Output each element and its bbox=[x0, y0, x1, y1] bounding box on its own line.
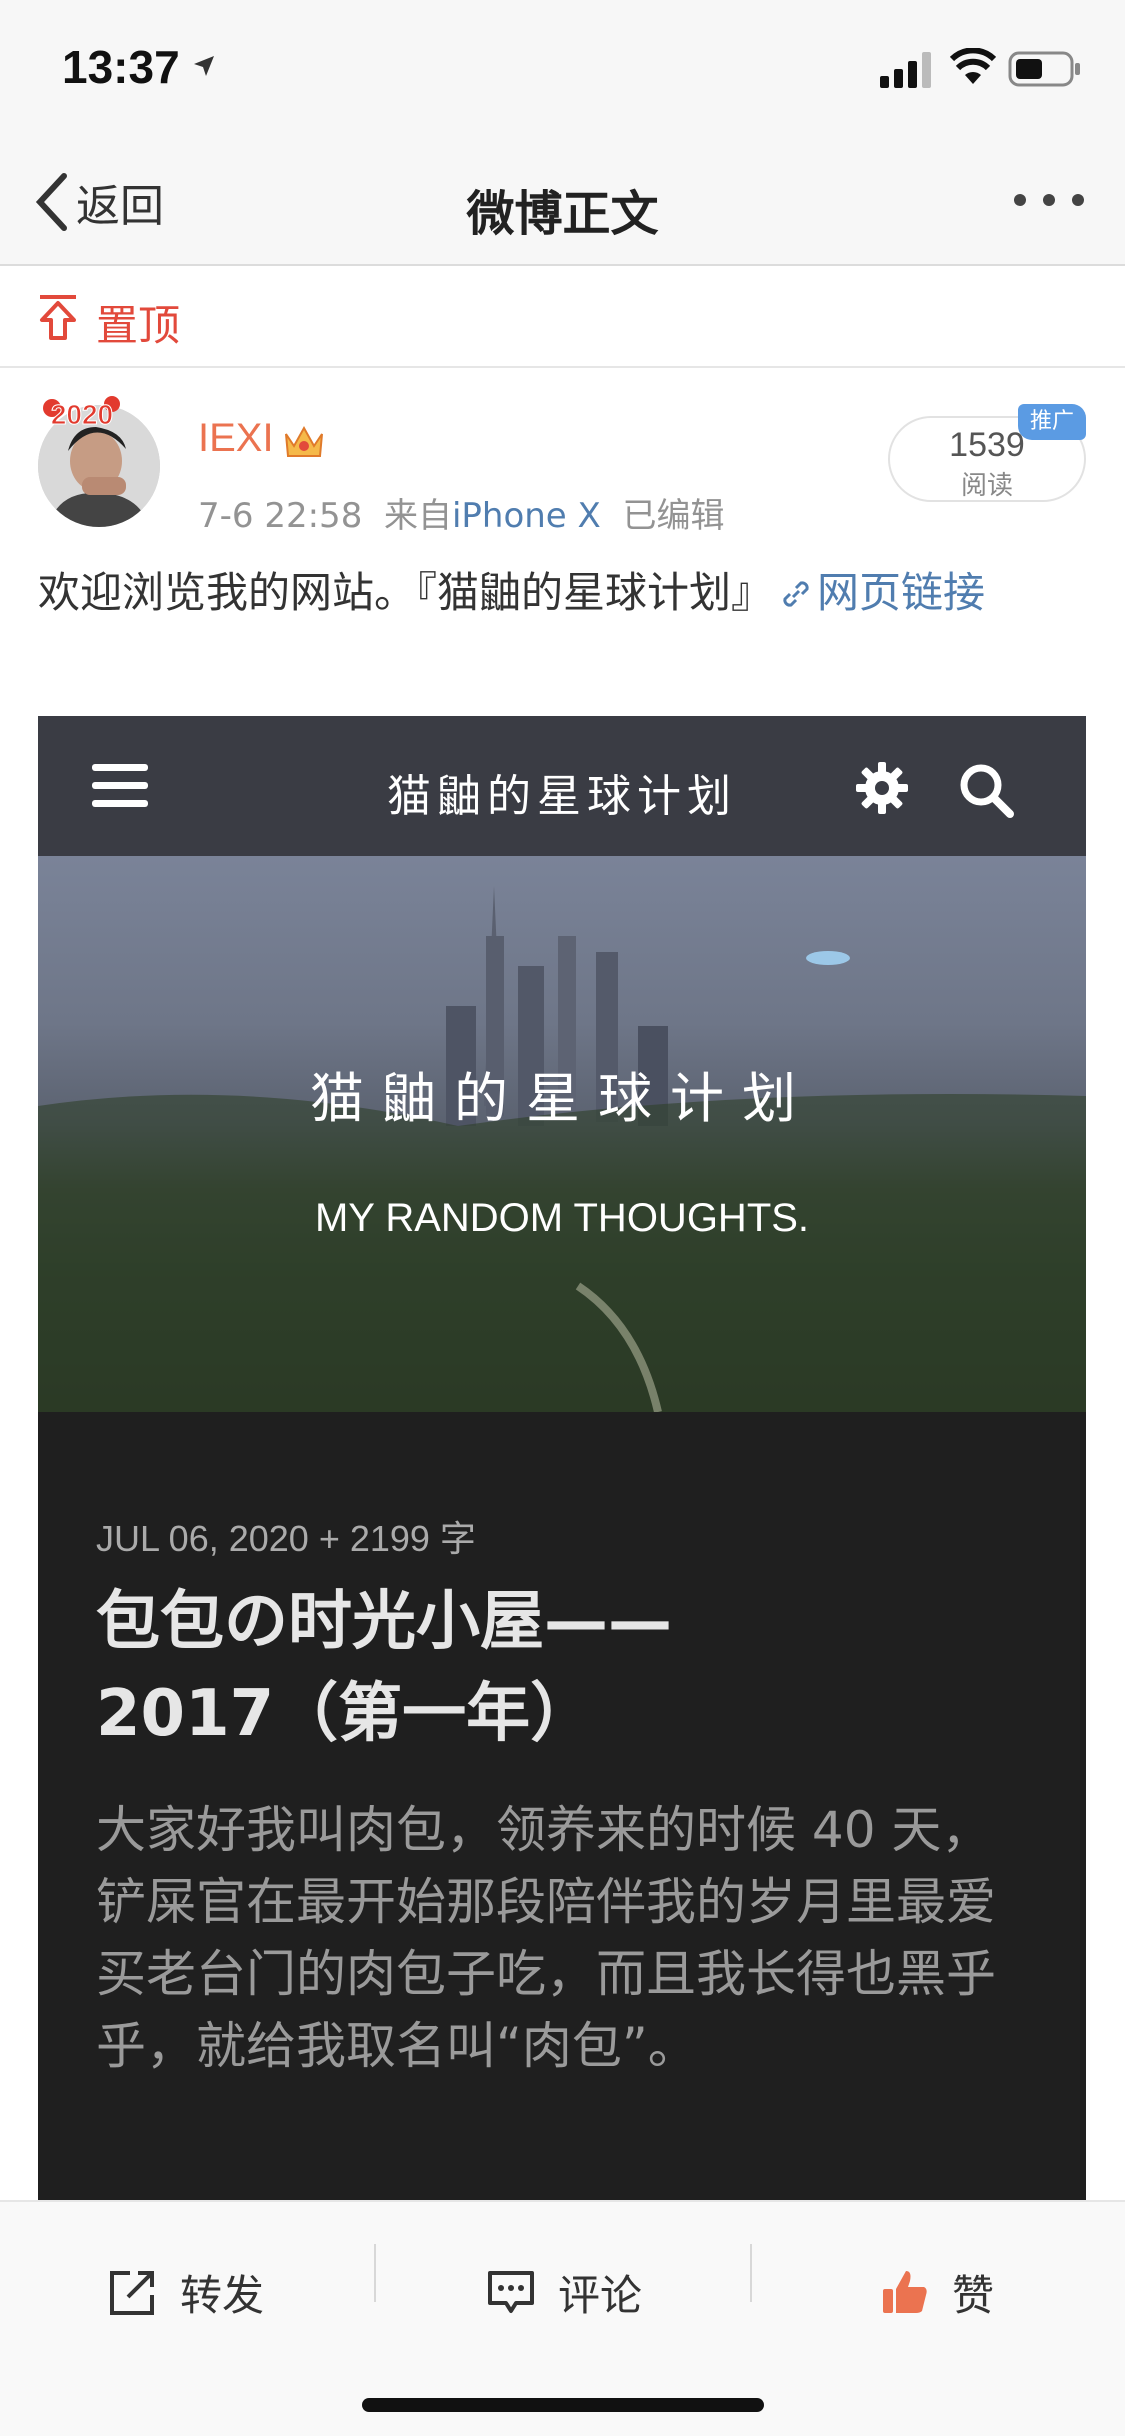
hero-subtitle: MY RANDOM THOUGHTS. bbox=[314, 1196, 810, 1240]
location-arrow-icon bbox=[194, 56, 214, 76]
post-date: 7-6 22:58 bbox=[198, 496, 363, 536]
cellular-signal-icon bbox=[880, 52, 931, 88]
status-bar: 13:37 bbox=[0, 0, 1125, 140]
web-link[interactable]: 网页链接 bbox=[773, 568, 985, 617]
status-time: 13:37 bbox=[62, 41, 180, 93]
like-label: 赞 bbox=[952, 2270, 995, 2320]
article-title: 包包の时光小屋—— 2017（第一年） bbox=[96, 1576, 996, 1760]
article-preview: JUL 06, 2020 + 2199 字 包包の时光小屋—— 2017（第一年… bbox=[38, 1412, 1086, 2202]
hero-cityscape bbox=[38, 886, 1086, 1412]
navigation-bar: 返回 微博正文 bbox=[0, 140, 1125, 266]
page-title: 微博正文 bbox=[466, 186, 659, 242]
post-source[interactable]: iPhone X bbox=[452, 496, 601, 536]
site-title: 猫鼬的星球计划 bbox=[387, 771, 737, 822]
hero-title: 猫鼬的星球计划 bbox=[310, 1067, 814, 1130]
battery-icon bbox=[1008, 51, 1080, 87]
post-body: 欢迎浏览我的网站。『猫鼬的星球计划』 bbox=[38, 568, 774, 617]
toolbar-divider bbox=[374, 2244, 376, 2302]
site-hero: 猫鼬的星球计划 MY RANDOM THOUGHTS. bbox=[38, 856, 1086, 1412]
crown-icon bbox=[285, 425, 323, 457]
site-header: 猫鼬的星球计划 bbox=[38, 716, 1086, 856]
like-button[interactable]: 赞 bbox=[880, 2262, 994, 2322]
home-indicator[interactable] bbox=[362, 2398, 764, 2412]
avatar-badge-2020: 2020 bbox=[43, 396, 120, 431]
source-prefix: 来自 bbox=[383, 496, 452, 536]
promote-badge[interactable]: 推广 bbox=[1018, 404, 1086, 440]
article-title-line-1: 包包の时光小屋—— bbox=[96, 1585, 672, 1659]
article-title-line-2: 2017（第一年） bbox=[96, 1677, 595, 1751]
search-icon bbox=[960, 764, 1014, 818]
thumbs-up-icon bbox=[883, 2271, 927, 2313]
pinned-label: 置顶 bbox=[96, 301, 181, 350]
wifi-icon bbox=[950, 48, 996, 84]
read-label: 阅读 bbox=[960, 471, 1013, 501]
edited-label: 已编辑 bbox=[622, 496, 725, 536]
comment-label: 评论 bbox=[558, 2270, 643, 2320]
comment-button[interactable]: 评论 bbox=[486, 2262, 642, 2322]
more-dots-icon[interactable] bbox=[1012, 190, 1086, 210]
pinned-row: 置顶 bbox=[0, 268, 1125, 368]
link-icon bbox=[783, 581, 809, 607]
repost-button[interactable]: 转发 bbox=[108, 2262, 264, 2322]
pin-top-icon bbox=[40, 295, 76, 340]
website-preview-card[interactable]: 猫鼬的星球计划 猫鼬的星球计划 MY RANDOM THOUGHTS. JUL … bbox=[38, 716, 1086, 2202]
gear-icon bbox=[856, 762, 908, 814]
article-meta: JUL 06, 2020 + 2199 字 bbox=[96, 1518, 476, 1559]
comment-icon bbox=[488, 2271, 534, 2313]
web-link-text: 网页链接 bbox=[817, 568, 986, 617]
repost-icon bbox=[110, 2271, 154, 2315]
post-meta: 7-6 22:58 来自iPhone X 已编辑 bbox=[198, 488, 724, 537]
svg-text:2020: 2020 bbox=[51, 399, 113, 430]
toolbar-divider bbox=[750, 2244, 752, 2302]
author-name[interactable]: IEXI bbox=[198, 416, 274, 461]
repost-label: 转发 bbox=[180, 2270, 265, 2320]
post-text: 欢迎浏览我的网站。『猫鼬的星球计划』 网页链接 bbox=[38, 560, 1088, 626]
article-body: 大家好我叫肉包，领养来的时候 40 天，铲屎官在最开始那段陪伴我的岁月里最爱买老… bbox=[96, 1801, 996, 2075]
